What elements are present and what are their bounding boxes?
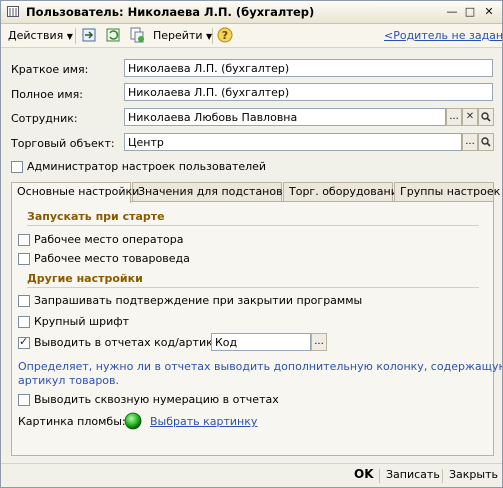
seal-indicator-icon bbox=[124, 412, 142, 430]
actions-label: Действия bbox=[8, 29, 64, 42]
full-name-field[interactable]: Николаева Л.П. (бухгалтер) bbox=[124, 83, 493, 101]
toolbar-divider bbox=[75, 28, 76, 44]
ok-button[interactable]: OK bbox=[354, 467, 374, 481]
search-icon[interactable] bbox=[478, 133, 494, 151]
section-divider bbox=[27, 287, 479, 288]
large-font-label: Крупный шрифт bbox=[34, 315, 130, 328]
merchandiser-workplace-label: Рабочее место товароведа bbox=[34, 252, 190, 265]
close-button[interactable]: Закрыть bbox=[449, 468, 498, 481]
show-code-select-button[interactable]: ... bbox=[311, 333, 327, 351]
tab-strip: Основные настройки Значения для подстано… bbox=[11, 182, 500, 203]
employee-select-button[interactable]: ... bbox=[446, 108, 462, 126]
bottom-divider bbox=[442, 469, 443, 483]
copy-icon[interactable] bbox=[129, 27, 145, 43]
confirm-close-checkbox[interactable] bbox=[18, 295, 30, 307]
user-form-window: Пользователь: Николаева Л.П. (бухгалтер)… bbox=[0, 0, 503, 488]
through-numbering-checkbox[interactable] bbox=[18, 394, 30, 406]
parent-link[interactable]: <Родитель не задан> bbox=[384, 28, 502, 44]
tab-substitution-values[interactable]: Значения для подстановки bbox=[132, 182, 296, 201]
operator-workplace-checkbox[interactable] bbox=[18, 234, 30, 246]
bottom-bar: OK Записать Закрыть bbox=[1, 463, 502, 487]
operator-workplace-label: Рабочее место оператора bbox=[34, 233, 184, 246]
short-name-label: Краткое имя: bbox=[11, 63, 89, 76]
refresh-icon[interactable] bbox=[105, 27, 121, 43]
confirm-close-label: Запрашивать подтверждение при закрытии п… bbox=[34, 294, 363, 307]
large-font-checkbox[interactable] bbox=[18, 316, 30, 328]
main-settings-panel: Запускать при старте Рабочее место опера… bbox=[11, 201, 502, 456]
tab-settings-groups[interactable]: Группы настроек bbox=[394, 182, 500, 201]
trade-object-label: Торговый объект: bbox=[11, 137, 115, 150]
show-code-hint-line1: Определяет, нужно ли в отчетах выводить … bbox=[18, 360, 503, 373]
window-title: Пользователь: Николаева Л.П. (бухгалтер) bbox=[26, 5, 315, 19]
close-window-button[interactable]: ✕ bbox=[482, 5, 496, 19]
employee-label: Сотрудник: bbox=[11, 112, 78, 125]
minimize-button[interactable]: — bbox=[445, 5, 459, 19]
full-name-label: Полное имя: bbox=[11, 88, 83, 101]
employee-field[interactable]: Николаева Любовь Павловна bbox=[124, 108, 446, 126]
through-numbering-label: Выводить сквозную нумерацию в отчетах bbox=[34, 393, 279, 406]
tab-main-settings[interactable]: Основные настройки bbox=[11, 182, 139, 203]
save-button[interactable]: Записать bbox=[386, 468, 440, 481]
tab-trade-equipment[interactable]: Торг. оборудование bbox=[283, 182, 405, 201]
toolbar-divider bbox=[212, 28, 213, 44]
trade-object-field[interactable]: Центр bbox=[124, 133, 462, 151]
bottom-divider bbox=[379, 469, 380, 483]
help-icon[interactable]: ? bbox=[217, 27, 233, 43]
show-code-hint-line2: артикул товаров. bbox=[18, 374, 120, 387]
merchandiser-workplace-checkbox[interactable] bbox=[18, 253, 30, 265]
chevron-down-icon: ▼ bbox=[66, 32, 73, 41]
maximize-button[interactable]: □ bbox=[463, 5, 477, 19]
startup-heading: Запускать при старте bbox=[27, 210, 165, 223]
svg-text:?: ? bbox=[222, 29, 228, 42]
document-icon bbox=[7, 6, 19, 17]
admin-checkbox-label: Администратор настроек пользователей bbox=[27, 160, 267, 173]
search-icon[interactable] bbox=[478, 108, 494, 126]
admin-checkbox[interactable] bbox=[11, 161, 23, 173]
title-bar: Пользователь: Николаева Л.П. (бухгалтер)… bbox=[1, 1, 502, 24]
clear-icon[interactable]: ✕ bbox=[462, 108, 478, 126]
seal-picture-label: Картинка пломбы: bbox=[18, 415, 126, 428]
show-code-checkbox[interactable] bbox=[18, 335, 30, 349]
goto-label: Перейти bbox=[153, 29, 203, 42]
choose-picture-link[interactable]: Выбрать картинку bbox=[150, 415, 257, 428]
goto-menu[interactable]: Перейти ▼ bbox=[153, 28, 212, 44]
select-item-icon[interactable] bbox=[81, 27, 97, 43]
show-code-field[interactable]: Код bbox=[211, 333, 311, 351]
section-divider bbox=[27, 225, 479, 226]
show-code-label: Выводить в отчетах код/артикул: bbox=[34, 336, 230, 349]
trade-object-select-button[interactable]: ... bbox=[462, 133, 478, 151]
other-settings-heading: Другие настройки bbox=[27, 272, 143, 285]
toolbar: Действия ▼ Перейти ▼ ? <Родитель не зада… bbox=[1, 24, 502, 48]
actions-menu[interactable]: Действия ▼ bbox=[8, 28, 73, 44]
short-name-field[interactable]: Николаева Л.П. (бухгалтер) bbox=[124, 59, 493, 77]
